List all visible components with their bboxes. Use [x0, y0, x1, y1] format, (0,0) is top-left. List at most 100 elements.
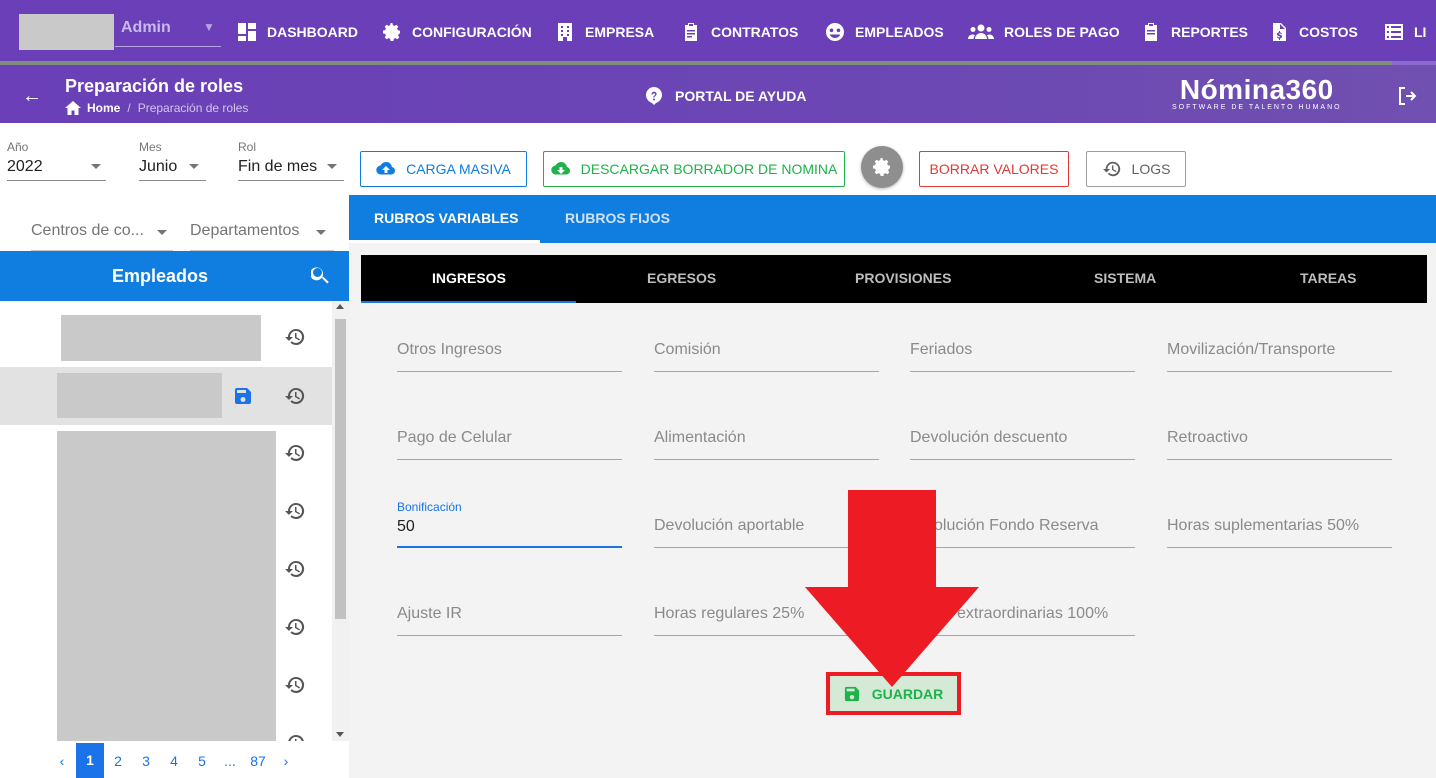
history-icon[interactable] — [285, 386, 305, 406]
download-draft-button[interactable]: DESCARGAR BORRADOR DE NOMINA — [543, 151, 845, 187]
logout-icon — [1399, 87, 1417, 105]
horas-regulares-field[interactable]: Horas regulares 25% — [654, 605, 879, 636]
bonificacion-value[interactable]: 50 — [397, 518, 622, 536]
nav-list[interactable]: LI — [1384, 20, 1426, 44]
nav-empresa-label: EMPRESA — [585, 24, 655, 40]
nav-dashboard[interactable]: DASHBOARD — [237, 20, 358, 44]
feriados-field[interactable]: Feriados — [910, 341, 1135, 372]
tab-tareas[interactable]: TAREAS — [1300, 270, 1357, 286]
otros-ingresos-field[interactable]: Otros Ingresos — [397, 341, 622, 372]
history-icon[interactable] — [285, 733, 305, 741]
comision-placeholder: Comisión — [654, 341, 721, 358]
employee-list-scrollbar[interactable] — [332, 301, 349, 741]
scroll-down-arrow-icon[interactable] — [336, 732, 344, 737]
chevron-left-icon[interactable]: ‹ — [48, 753, 76, 769]
alimentacion-field[interactable]: Alimentación — [654, 429, 879, 460]
ajuste-ir-field[interactable]: Ajuste IR — [397, 605, 622, 636]
delete-values-button[interactable]: BORRAR VALORES — [919, 151, 1069, 187]
page-button[interactable]: 1 — [76, 743, 104, 778]
tab-rubros-variables[interactable]: RUBROS VARIABLES — [374, 210, 518, 226]
chevron-right-icon[interactable]: › — [272, 753, 300, 769]
nav-configuracion[interactable]: CONFIGURACIÓN — [382, 20, 532, 44]
help-portal-label: PORTAL DE AYUDA — [675, 88, 807, 104]
bonificacion-field[interactable]: Bonificación 50 — [397, 500, 622, 548]
search-icon[interactable] — [311, 266, 329, 284]
comision-field[interactable]: Comisión — [654, 341, 879, 372]
nav-empresa[interactable]: EMPRESA — [555, 20, 654, 44]
tab-provisiones[interactable]: PROVISIONES — [855, 270, 951, 286]
page-button[interactable]: 4 — [160, 753, 188, 769]
history-icon[interactable] — [285, 327, 305, 347]
cost-document-icon — [1273, 23, 1286, 41]
devolucion-fondo-reserva-field[interactable]: olución Fondo Reserva — [910, 517, 1135, 548]
bulk-upload-label: CARGA MASIVA — [406, 161, 511, 177]
movilizacion-placeholder: Movilización/Transporte — [1167, 341, 1336, 358]
cost-centers-placeholder: Centros de co... — [31, 222, 144, 239]
month-select-label: Mes — [139, 140, 162, 154]
retroactivo-field[interactable]: Retroactivo — [1167, 429, 1392, 460]
list-item-selected[interactable] — [0, 367, 332, 425]
help-icon — [646, 87, 662, 105]
back-arrow-icon[interactable]: ← — [22, 85, 42, 108]
chevron-down-icon — [327, 164, 337, 169]
history-icon[interactable] — [285, 559, 305, 579]
logs-button[interactable]: LOGS — [1086, 151, 1186, 187]
pago-celular-field[interactable]: Pago de Celular — [397, 429, 622, 460]
nav-roles-de-pago[interactable]: ROLES DE PAGO — [968, 20, 1120, 44]
nav-reportes[interactable]: REPORTES — [1141, 20, 1248, 44]
breadcrumb-home-label: Home — [87, 101, 121, 115]
year-select[interactable]: Año 2022 — [7, 140, 106, 181]
tab-sistema[interactable]: SISTEMA — [1094, 270, 1156, 286]
role-select[interactable]: Rol Fin de mes — [238, 140, 344, 181]
settings-button[interactable] — [861, 146, 903, 188]
year-select-underline — [7, 180, 106, 181]
page-button[interactable]: 3 — [132, 753, 160, 769]
list-item[interactable] — [0, 301, 332, 361]
devolucion-descuento-field[interactable]: Devolución descuento — [910, 429, 1135, 460]
page-button[interactable]: 87 — [244, 753, 272, 769]
history-icon[interactable] — [285, 501, 305, 521]
bulk-upload-button[interactable]: CARGA MASIVA — [360, 151, 527, 187]
month-select[interactable]: Mes Junio — [139, 140, 206, 181]
nav-contratos-label: CONTRATOS — [711, 24, 799, 40]
horas-suplementarias-field[interactable]: Horas suplementarias 50% — [1167, 517, 1392, 548]
sub-tabs: INGRESOS EGRESOS PROVISIONES SISTEMA TAR… — [361, 255, 1427, 303]
breadcrumb-home[interactable]: Home — [65, 101, 120, 115]
logout-button[interactable] — [1396, 85, 1418, 112]
history-icon[interactable] — [285, 617, 305, 637]
page-title: Preparación de roles — [65, 76, 244, 96]
page-button[interactable]: 2 — [104, 753, 132, 769]
page-button[interactable]: 5 — [188, 753, 216, 769]
history-icon[interactable] — [285, 443, 305, 463]
brand-tagline: SOFTWARE DE TALENTO HUMANO — [1172, 104, 1342, 111]
scrollbar-thumb[interactable] — [335, 319, 346, 619]
save-button[interactable]: GUARDAR — [829, 675, 958, 712]
cost-centers-select[interactable]: Centros de co... — [31, 222, 173, 251]
movilizacion-field[interactable]: Movilización/Transporte — [1167, 341, 1392, 372]
report-icon — [1145, 23, 1157, 41]
history-icon[interactable] — [285, 675, 305, 695]
retroactivo-placeholder: Retroactivo — [1167, 429, 1248, 446]
cloud-upload-icon — [376, 161, 396, 175]
departments-select[interactable]: Departamentos — [190, 222, 334, 251]
devolucion-aportable-field[interactable]: Devolución aportable — [654, 517, 879, 548]
tab-ingresos[interactable]: INGRESOS — [432, 270, 506, 286]
nav-costos[interactable]: COSTOS — [1269, 20, 1358, 44]
clipboard-icon — [685, 23, 697, 41]
active-subtab-indicator — [361, 301, 576, 303]
departments-placeholder: Departamentos — [190, 222, 300, 239]
user-menu-label[interactable]: Admin — [121, 19, 171, 37]
nav-empleados[interactable]: EMPLEADOS — [825, 20, 944, 44]
horas-extraordinarias-field[interactable]: extraordinarias 100% — [910, 605, 1135, 636]
nav-contratos[interactable]: CONTRATOS — [681, 20, 798, 44]
scroll-up-arrow-icon[interactable] — [336, 304, 344, 309]
nav-roles-de-pago-label: ROLES DE PAGO — [1004, 24, 1120, 40]
month-select-underline — [139, 180, 206, 181]
help-portal-link[interactable]: PORTAL DE AYUDA — [645, 87, 806, 105]
tab-rubros-fijos[interactable]: RUBROS FIJOS — [565, 210, 670, 226]
tab-egresos[interactable]: EGRESOS — [647, 270, 716, 286]
breadcrumb-separator: / — [127, 101, 131, 115]
save-icon[interactable] — [234, 387, 252, 405]
chevron-down-icon[interactable]: ▼ — [203, 20, 215, 34]
horas-regulares-placeholder: Horas regulares 25% — [654, 605, 805, 622]
